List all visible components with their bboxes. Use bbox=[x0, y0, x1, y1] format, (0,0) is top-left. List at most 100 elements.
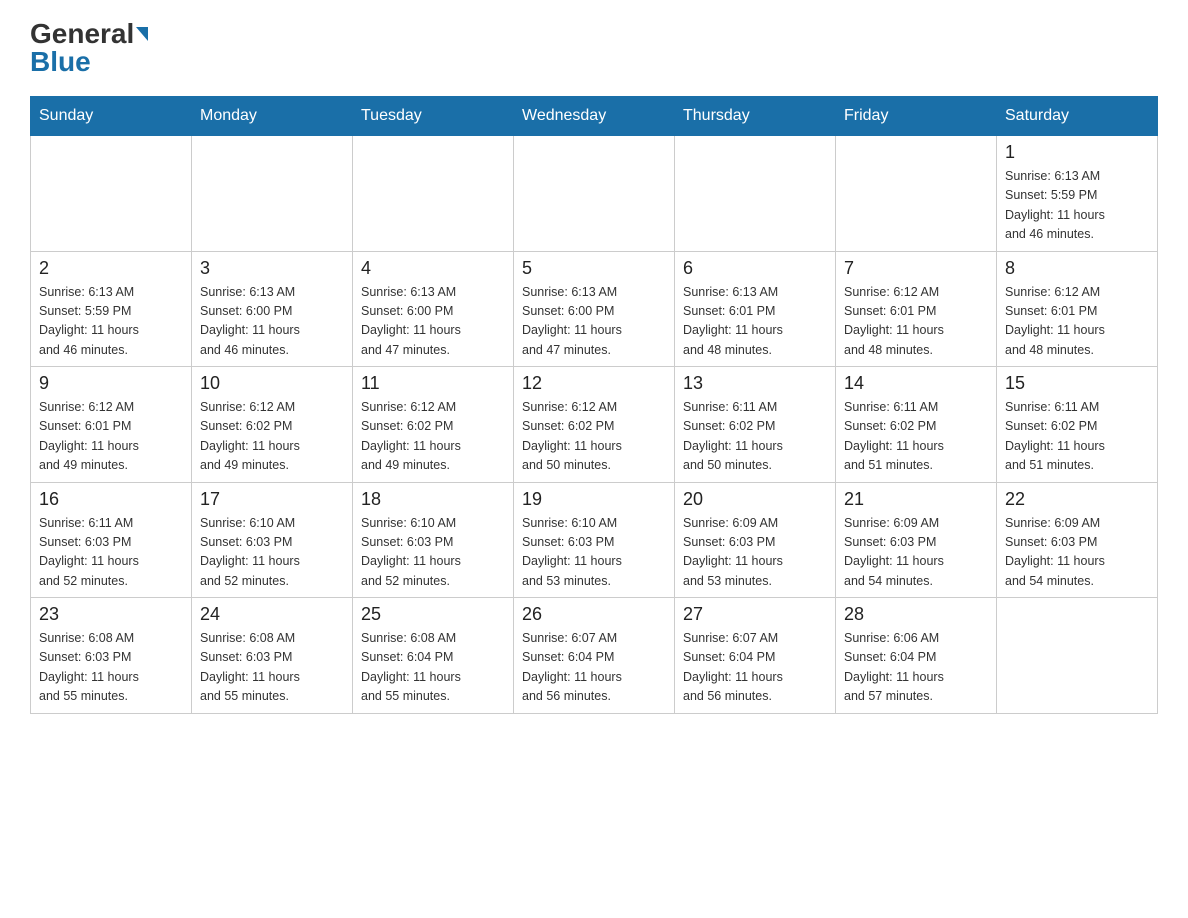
day-info: Sunrise: 6:07 AM Sunset: 6:04 PM Dayligh… bbox=[522, 629, 666, 707]
calendar-cell bbox=[836, 136, 997, 252]
calendar-cell: 27 Sunrise: 6:07 AM Sunset: 6:04 PM Dayli… bbox=[675, 598, 836, 714]
calendar-cell: 28 Sunrise: 6:06 AM Sunset: 6:04 PM Dayli… bbox=[836, 598, 997, 714]
week-row-5: 23 Sunrise: 6:08 AM Sunset: 6:03 PM Dayli… bbox=[31, 598, 1158, 714]
day-number: 6 bbox=[683, 258, 827, 279]
weekday-header-friday: Friday bbox=[836, 97, 997, 136]
weekday-header-wednesday: Wednesday bbox=[514, 97, 675, 136]
week-row-2: 2Sunrise: 6:13 AM Sunset: 5:59 PM Daylig… bbox=[31, 251, 1158, 367]
day-number: 1 bbox=[1005, 142, 1149, 163]
calendar-cell bbox=[997, 598, 1158, 714]
calendar-cell: 19 Sunrise: 6:10 AM Sunset: 6:03 PM Dayli… bbox=[514, 482, 675, 598]
weekday-header-monday: Monday bbox=[192, 97, 353, 136]
day-info: Sunrise: 6:11 AM Sunset: 6:02 PM Dayligh… bbox=[844, 398, 988, 476]
calendar-cell: 24 Sunrise: 6:08 AM Sunset: 6:03 PM Dayli… bbox=[192, 598, 353, 714]
day-number: 23 bbox=[39, 604, 183, 625]
calendar-cell bbox=[31, 136, 192, 252]
day-info: Sunrise: 6:12 AM Sunset: 6:02 PM Dayligh… bbox=[522, 398, 666, 476]
calendar-cell: 3 Sunrise: 6:13 AM Sunset: 6:00 PM Daylig… bbox=[192, 251, 353, 367]
calendar-cell: 18 Sunrise: 6:10 AM Sunset: 6:03 PM Dayli… bbox=[353, 482, 514, 598]
calendar-cell: 14Sunrise: 6:11 AM Sunset: 6:02 PM Dayli… bbox=[836, 367, 997, 483]
day-info: Sunrise: 6:13 AM Sunset: 6:00 PM Dayligh… bbox=[200, 283, 344, 361]
logo-general-text: General bbox=[30, 20, 148, 48]
calendar-header-row: SundayMondayTuesdayWednesdayThursdayFrid… bbox=[31, 97, 1158, 136]
day-number: 12 bbox=[522, 373, 666, 394]
week-row-4: 16 Sunrise: 6:11 AM Sunset: 6:03 PM Dayli… bbox=[31, 482, 1158, 598]
day-info: Sunrise: 6:13 AM Sunset: 6:00 PM Dayligh… bbox=[361, 283, 505, 361]
calendar-cell bbox=[675, 136, 836, 252]
day-number: 13 bbox=[683, 373, 827, 394]
calendar-cell: 5 Sunrise: 6:13 AM Sunset: 6:00 PM Daylig… bbox=[514, 251, 675, 367]
day-info: Sunrise: 6:13 AM Sunset: 5:59 PM Dayligh… bbox=[1005, 167, 1149, 245]
day-info: Sunrise: 6:08 AM Sunset: 6:04 PM Dayligh… bbox=[361, 629, 505, 707]
calendar-cell: 12 Sunrise: 6:12 AM Sunset: 6:02 PM Dayli… bbox=[514, 367, 675, 483]
day-number: 3 bbox=[200, 258, 344, 279]
calendar-cell: 23 Sunrise: 6:08 AM Sunset: 6:03 PM Dayli… bbox=[31, 598, 192, 714]
calendar-cell bbox=[514, 136, 675, 252]
calendar-cell: 9Sunrise: 6:12 AM Sunset: 6:01 PM Daylig… bbox=[31, 367, 192, 483]
day-info: Sunrise: 6:10 AM Sunset: 6:03 PM Dayligh… bbox=[200, 514, 344, 592]
day-info: Sunrise: 6:12 AM Sunset: 6:02 PM Dayligh… bbox=[200, 398, 344, 476]
calendar-cell: 8 Sunrise: 6:12 AM Sunset: 6:01 PM Daylig… bbox=[997, 251, 1158, 367]
day-number: 22 bbox=[1005, 489, 1149, 510]
day-info: Sunrise: 6:07 AM Sunset: 6:04 PM Dayligh… bbox=[683, 629, 827, 707]
day-info: Sunrise: 6:11 AM Sunset: 6:03 PM Dayligh… bbox=[39, 514, 183, 592]
day-number: 24 bbox=[200, 604, 344, 625]
weekday-header-thursday: Thursday bbox=[675, 97, 836, 136]
day-number: 17 bbox=[200, 489, 344, 510]
day-number: 10 bbox=[200, 373, 344, 394]
day-number: 28 bbox=[844, 604, 988, 625]
day-number: 4 bbox=[361, 258, 505, 279]
day-info: Sunrise: 6:10 AM Sunset: 6:03 PM Dayligh… bbox=[361, 514, 505, 592]
calendar-cell: 2Sunrise: 6:13 AM Sunset: 5:59 PM Daylig… bbox=[31, 251, 192, 367]
week-row-1: 1 Sunrise: 6:13 AM Sunset: 5:59 PM Daylig… bbox=[31, 136, 1158, 252]
day-number: 15 bbox=[1005, 373, 1149, 394]
day-info: Sunrise: 6:10 AM Sunset: 6:03 PM Dayligh… bbox=[522, 514, 666, 592]
day-number: 19 bbox=[522, 489, 666, 510]
calendar-cell: 6 Sunrise: 6:13 AM Sunset: 6:01 PM Daylig… bbox=[675, 251, 836, 367]
logo-arrow-icon bbox=[136, 27, 148, 41]
day-info: Sunrise: 6:12 AM Sunset: 6:02 PM Dayligh… bbox=[361, 398, 505, 476]
day-info: Sunrise: 6:06 AM Sunset: 6:04 PM Dayligh… bbox=[844, 629, 988, 707]
day-number: 20 bbox=[683, 489, 827, 510]
day-number: 16 bbox=[39, 489, 183, 510]
calendar-cell: 4 Sunrise: 6:13 AM Sunset: 6:00 PM Daylig… bbox=[353, 251, 514, 367]
calendar-cell: 21Sunrise: 6:09 AM Sunset: 6:03 PM Dayli… bbox=[836, 482, 997, 598]
day-number: 11 bbox=[361, 373, 505, 394]
day-info: Sunrise: 6:08 AM Sunset: 6:03 PM Dayligh… bbox=[200, 629, 344, 707]
calendar-table: SundayMondayTuesdayWednesdayThursdayFrid… bbox=[30, 96, 1158, 714]
day-number: 9 bbox=[39, 373, 183, 394]
calendar-cell: 26 Sunrise: 6:07 AM Sunset: 6:04 PM Dayli… bbox=[514, 598, 675, 714]
calendar-cell: 7Sunrise: 6:12 AM Sunset: 6:01 PM Daylig… bbox=[836, 251, 997, 367]
weekday-header-sunday: Sunday bbox=[31, 97, 192, 136]
day-number: 7 bbox=[844, 258, 988, 279]
calendar-cell: 16 Sunrise: 6:11 AM Sunset: 6:03 PM Dayli… bbox=[31, 482, 192, 598]
day-number: 21 bbox=[844, 489, 988, 510]
calendar-cell: 17 Sunrise: 6:10 AM Sunset: 6:03 PM Dayli… bbox=[192, 482, 353, 598]
day-number: 26 bbox=[522, 604, 666, 625]
weekday-header-tuesday: Tuesday bbox=[353, 97, 514, 136]
day-info: Sunrise: 6:12 AM Sunset: 6:01 PM Dayligh… bbox=[1005, 283, 1149, 361]
day-info: Sunrise: 6:13 AM Sunset: 6:00 PM Dayligh… bbox=[522, 283, 666, 361]
day-number: 8 bbox=[1005, 258, 1149, 279]
day-info: Sunrise: 6:08 AM Sunset: 6:03 PM Dayligh… bbox=[39, 629, 183, 707]
day-info: Sunrise: 6:11 AM Sunset: 6:02 PM Dayligh… bbox=[1005, 398, 1149, 476]
day-info: Sunrise: 6:13 AM Sunset: 6:01 PM Dayligh… bbox=[683, 283, 827, 361]
calendar-cell: 1 Sunrise: 6:13 AM Sunset: 5:59 PM Daylig… bbox=[997, 136, 1158, 252]
day-number: 25 bbox=[361, 604, 505, 625]
day-info: Sunrise: 6:11 AM Sunset: 6:02 PM Dayligh… bbox=[683, 398, 827, 476]
weekday-header-saturday: Saturday bbox=[997, 97, 1158, 136]
day-info: Sunrise: 6:13 AM Sunset: 5:59 PM Dayligh… bbox=[39, 283, 183, 361]
day-number: 27 bbox=[683, 604, 827, 625]
week-row-3: 9Sunrise: 6:12 AM Sunset: 6:01 PM Daylig… bbox=[31, 367, 1158, 483]
day-number: 5 bbox=[522, 258, 666, 279]
calendar-cell: 10 Sunrise: 6:12 AM Sunset: 6:02 PM Dayli… bbox=[192, 367, 353, 483]
day-number: 18 bbox=[361, 489, 505, 510]
day-info: Sunrise: 6:09 AM Sunset: 6:03 PM Dayligh… bbox=[683, 514, 827, 592]
page-header: General Blue bbox=[30, 20, 1158, 76]
logo: General Blue bbox=[30, 20, 148, 76]
day-info: Sunrise: 6:09 AM Sunset: 6:03 PM Dayligh… bbox=[1005, 514, 1149, 592]
calendar-cell bbox=[192, 136, 353, 252]
calendar-cell: 13 Sunrise: 6:11 AM Sunset: 6:02 PM Dayli… bbox=[675, 367, 836, 483]
calendar-cell: 15 Sunrise: 6:11 AM Sunset: 6:02 PM Dayli… bbox=[997, 367, 1158, 483]
calendar-cell: 22 Sunrise: 6:09 AM Sunset: 6:03 PM Dayli… bbox=[997, 482, 1158, 598]
